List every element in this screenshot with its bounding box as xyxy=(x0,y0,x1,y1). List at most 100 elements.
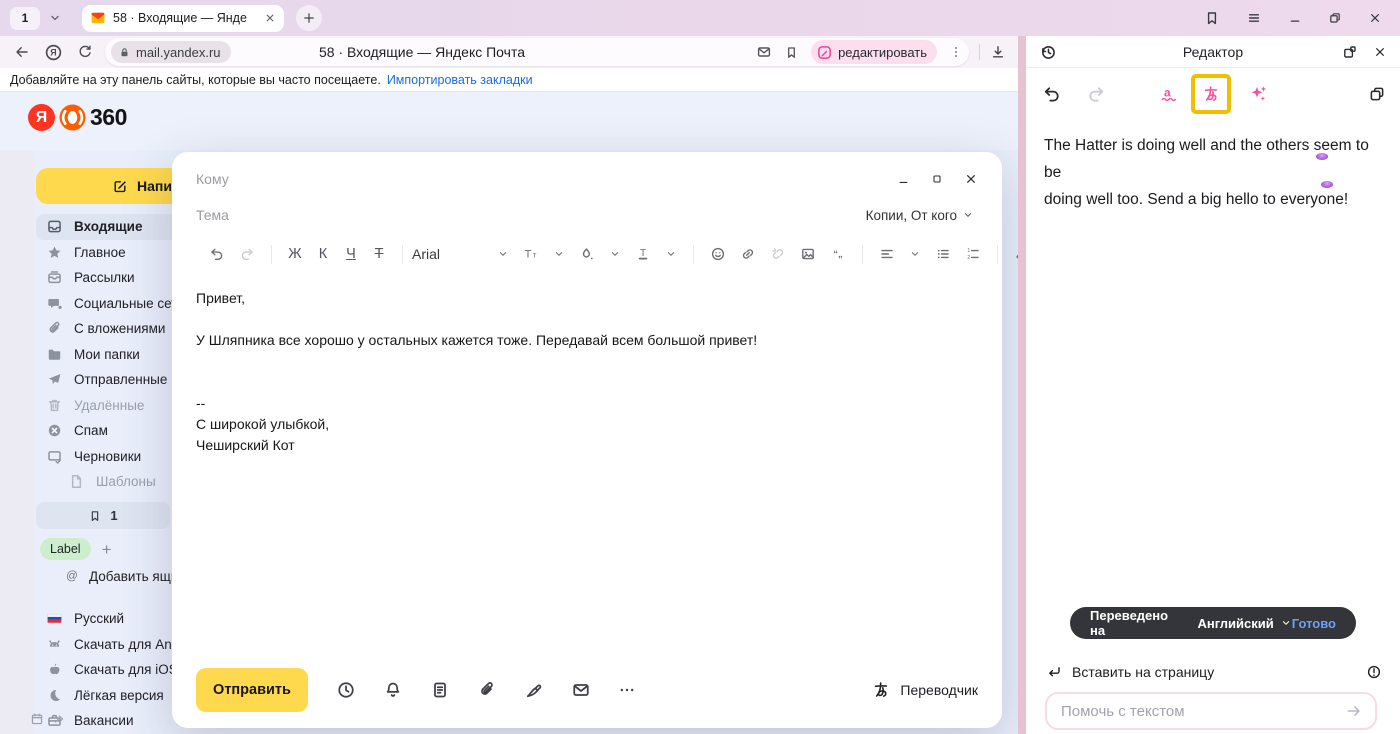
new-tab-button[interactable] xyxy=(296,5,322,31)
unlink-button[interactable] xyxy=(770,246,786,262)
bookmark-filter-pill[interactable]: 1 xyxy=(36,502,170,529)
compose-window-controls xyxy=(897,172,978,186)
tab-list-chevron-icon[interactable] xyxy=(48,11,62,25)
italic-button[interactable]: К xyxy=(309,246,337,262)
chevron-down-icon[interactable] xyxy=(497,248,509,260)
collapsed-widgets[interactable] xyxy=(30,712,66,726)
font-size-button[interactable]: Tт xyxy=(523,246,539,262)
tab-counter[interactable]: 1 xyxy=(10,7,40,30)
compose-close-icon[interactable] xyxy=(964,172,978,186)
redo-icon[interactable] xyxy=(239,246,255,262)
yandex360-logo[interactable]: Я 360 xyxy=(28,104,127,131)
edit-pencil-icon xyxy=(817,45,832,60)
active-tab[interactable]: 58 · Входящие — Янде xyxy=(82,5,284,32)
compose-minimize-icon[interactable] xyxy=(897,173,910,186)
mail-action-icon[interactable] xyxy=(756,44,772,60)
spellcheck-icon[interactable]: a xyxy=(1159,84,1179,104)
downloads-icon[interactable] xyxy=(990,44,1006,60)
panel-header: Редактор xyxy=(1026,36,1400,68)
more-actions-icon[interactable] xyxy=(618,681,636,699)
tutorial-highlight-box xyxy=(1191,74,1231,114)
svg-text:T: T xyxy=(525,249,532,261)
edit-mode-pill[interactable]: редактировать xyxy=(811,40,937,64)
template-notes-icon[interactable] xyxy=(430,680,450,700)
translated-toolbar: Переведено на Английский Готово xyxy=(1070,607,1356,639)
more-options-icon[interactable] xyxy=(949,45,963,59)
chevron-down-icon[interactable] xyxy=(909,248,921,260)
omnibox[interactable]: mail.yandex.ru 58 · Входящие — Яндекс По… xyxy=(105,38,969,66)
at-sign-icon: @ xyxy=(64,568,80,584)
compose-expand-icon[interactable] xyxy=(931,173,943,185)
tab-close-icon[interactable] xyxy=(264,12,276,24)
quote-button[interactable]: “„ xyxy=(830,246,846,262)
chevron-down-icon[interactable] xyxy=(553,248,565,260)
fill-color-button[interactable] xyxy=(579,246,595,262)
svg-text:1: 1 xyxy=(967,248,970,254)
close-window-icon[interactable] xyxy=(1368,11,1382,25)
svg-text:T: T xyxy=(640,248,646,259)
helper-input-box[interactable] xyxy=(1045,692,1377,730)
align-button[interactable] xyxy=(879,246,895,262)
strikethrough-button[interactable]: Т xyxy=(365,246,393,262)
menu-icon[interactable] xyxy=(1246,10,1262,26)
panel-undo-icon[interactable] xyxy=(1042,84,1062,104)
add-mailbox-button[interactable]: @ Добавить ящик xyxy=(64,568,184,584)
domain-capsule[interactable]: mail.yandex.ru xyxy=(111,41,231,63)
bookmarks-panel-icon[interactable] xyxy=(1204,10,1220,26)
message-body[interactable]: Привет, У Шляпника все хорошо у остальны… xyxy=(196,288,962,456)
subject-field[interactable]: Тема xyxy=(196,207,229,223)
lock-icon xyxy=(118,46,131,59)
attach-file-icon[interactable] xyxy=(477,680,497,700)
underline-button[interactable]: Ч xyxy=(337,246,365,262)
panel-redo-icon[interactable] xyxy=(1086,84,1106,104)
chevron-down-icon[interactable] xyxy=(665,248,677,260)
chat-bubble-icon xyxy=(46,295,63,312)
bullet-list-button[interactable] xyxy=(935,246,951,262)
restore-icon[interactable] xyxy=(1328,11,1342,25)
minimize-icon[interactable] xyxy=(1288,11,1302,25)
helper-input[interactable] xyxy=(1059,702,1345,721)
back-icon[interactable] xyxy=(14,44,30,60)
reminder-bell-icon[interactable] xyxy=(383,680,403,700)
submit-arrow-icon[interactable] xyxy=(1345,702,1363,720)
ai-sparkles-icon[interactable] xyxy=(1248,84,1268,104)
translator-hiragana-icon xyxy=(871,680,891,700)
copy-icon[interactable] xyxy=(1368,85,1386,103)
attach-mail-icon[interactable] xyxy=(571,680,591,700)
mini-calendar-icon xyxy=(30,712,44,726)
import-bookmarks-link[interactable]: Импортировать закладки xyxy=(387,73,533,87)
browser-window: 1 58 · Входящие — Янде Я mail.yandex.ru … xyxy=(0,0,1400,734)
to-field[interactable]: Кому xyxy=(196,171,229,187)
undo-icon[interactable] xyxy=(209,246,225,262)
translate-icon[interactable] xyxy=(1201,84,1221,104)
mailings-icon xyxy=(46,269,63,286)
chevron-down-icon[interactable] xyxy=(609,248,621,260)
label-tag[interactable]: Label xyxy=(40,538,91,560)
done-button[interactable]: Готово xyxy=(1292,616,1336,631)
translated-text[interactable]: The Hatter is doing well and the others … xyxy=(1044,132,1380,213)
send-button[interactable]: Отправить xyxy=(196,668,308,712)
bold-button[interactable]: Ж xyxy=(281,246,309,262)
link-button[interactable] xyxy=(740,246,756,262)
mail-header: Я 360 Почта Диск Документы 17 Календарь … xyxy=(0,92,1018,150)
text-color-button[interactable]: T xyxy=(635,246,651,262)
360-ring-icon xyxy=(59,104,86,131)
font-family-select[interactable]: Arial xyxy=(412,246,490,262)
emoji-button[interactable] xyxy=(710,246,726,262)
delayed-send-icon[interactable] xyxy=(336,680,356,700)
info-icon[interactable] xyxy=(1366,664,1382,680)
translator-button[interactable]: Переводчик xyxy=(871,680,978,700)
compose-window: Кому Тема Копии, От кого Ж К Ч Т Arial xyxy=(172,152,1002,728)
refresh-icon[interactable] xyxy=(77,44,93,60)
yandex-button-icon[interactable]: Я xyxy=(44,43,63,62)
image-button[interactable] xyxy=(800,246,816,262)
tab-counter-value: 1 xyxy=(22,11,29,25)
bookmark-icon[interactable] xyxy=(784,45,799,60)
attach-disk-icon[interactable] xyxy=(524,680,544,700)
language-select[interactable]: Английский xyxy=(1197,616,1291,631)
add-label-button[interactable]: + xyxy=(102,541,112,558)
compose-footer: Отправить Переводчик xyxy=(196,668,978,712)
insert-to-page-button[interactable]: Вставить на страницу xyxy=(1046,660,1382,684)
numbered-list-button[interactable]: 12 xyxy=(965,246,981,262)
cc-from-toggle[interactable]: Копии, От кого xyxy=(866,208,974,223)
